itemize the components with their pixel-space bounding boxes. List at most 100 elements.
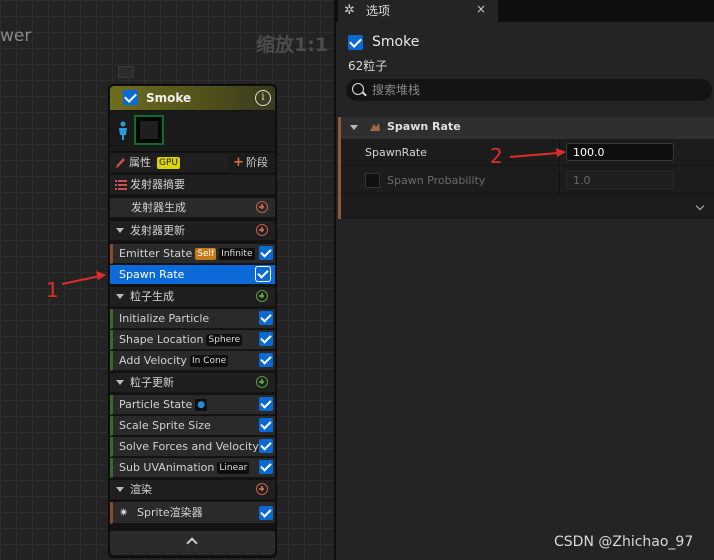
module-spawn-rate[interactable]: Spawn Rate (110, 265, 275, 285)
module-emitter-state[interactable]: Emitter State Self Infinite (110, 244, 275, 264)
particle-update-section[interactable]: 粒子更新 (110, 373, 275, 393)
person-icon (119, 121, 127, 140)
node-pin[interactable] (118, 66, 134, 78)
in-cone-badge: In Cone (189, 355, 229, 367)
tab-label: 选项 (366, 4, 391, 18)
module-solve-forces[interactable]: Solve Forces and Velocity (110, 437, 275, 457)
module-enabled-checkbox[interactable] (259, 397, 273, 411)
close-icon[interactable]: × (476, 2, 486, 16)
module-label: Shape Location (119, 333, 204, 346)
module-sub-uv-animation[interactable]: Sub UVAnimation Linear (110, 458, 275, 478)
module-enabled-checkbox[interactable] (259, 332, 273, 346)
dot-badge: ● (195, 399, 208, 411)
emitter-enabled-checkbox[interactable] (123, 90, 138, 105)
module-enabled-checkbox[interactable] (259, 506, 273, 520)
emitter-summary-label: 发射器摘要 (130, 178, 185, 191)
stage-button[interactable]: + 阶段 (228, 153, 274, 173)
module-label: Emitter State (119, 247, 193, 260)
emitter-spawn-label: 发射器生成 (131, 201, 186, 214)
node-thumbnail-area (110, 111, 275, 151)
infinite-badge: Infinite (219, 248, 255, 260)
sparkle-tab-icon: ✲ (344, 3, 355, 18)
render-section[interactable]: 渲染 (110, 480, 275, 500)
module-particle-state[interactable]: Particle State ● (110, 395, 275, 415)
emitter-enabled-checkbox[interactable] (348, 35, 363, 50)
chevron-down-icon[interactable] (695, 201, 705, 211)
module-enabled-checkbox[interactable] (255, 266, 271, 282)
emitter-thumbnail[interactable] (134, 115, 164, 145)
list-icon (115, 180, 127, 190)
watermark: CSDN @Zhichao_97 (554, 534, 694, 550)
module-label: Particle State (119, 398, 193, 411)
module-enabled-checkbox[interactable] (259, 460, 273, 474)
node-title: Smoke (146, 91, 192, 105)
particle-spawn-label: 粒子生成 (130, 290, 174, 303)
graph-editor[interactable]: wer 缩放1:1 Smoke i 属性 GPU + 阶段 发射器摘要 发射器生… (0, 0, 334, 560)
module-initialize-particle[interactable]: Initialize Particle (110, 309, 275, 329)
module-label: Spawn Rate (119, 268, 185, 281)
spawn-probability-checkbox[interactable] (365, 173, 380, 188)
module-label: Add Velocity (119, 354, 187, 367)
property-spawn-probability: Spawn Probability (341, 169, 714, 194)
spawn-rate-value-input[interactable] (566, 143, 674, 161)
spawn-rate-section-header[interactable]: Spawn Rate (338, 117, 714, 139)
details-panel: ✲ 选项 × Smoke 62粒子 Spawn Rate SpawnRate (334, 0, 714, 560)
emitter-update-section[interactable]: 发射器更新 (110, 221, 275, 241)
add-module-icon[interactable] (256, 483, 268, 495)
module-label: Sprite渲染器 (137, 506, 203, 519)
property-name: SpawnRate (365, 146, 427, 159)
module-enabled-checkbox[interactable] (259, 418, 273, 432)
collapse-icon[interactable] (350, 125, 358, 130)
properties-label: 属性 (129, 156, 151, 169)
tab-options[interactable]: ✲ 选项 × (338, 0, 498, 22)
emitter-summary-row[interactable]: 发射器摘要 (110, 175, 275, 195)
module-enabled-checkbox[interactable] (259, 246, 273, 260)
info-icon[interactable]: i (255, 90, 271, 106)
gpu-badge: GPU (157, 157, 180, 169)
collapse-icon[interactable] (116, 380, 124, 385)
add-module-icon[interactable] (256, 224, 268, 236)
module-icon (370, 123, 380, 131)
module-add-velocity[interactable]: Add Velocity In Cone (110, 351, 275, 371)
module-enabled-checkbox[interactable] (259, 353, 273, 367)
emitter-name: Smoke (372, 34, 420, 50)
emitter-node[interactable]: Smoke i 属性 GPU + 阶段 发射器摘要 发射器生成 发射器更新 Em… (108, 84, 277, 558)
search-box[interactable] (346, 79, 712, 101)
property-name: Spawn Probability (387, 174, 486, 187)
node-header[interactable]: Smoke i (110, 86, 275, 110)
self-badge: Self (195, 248, 217, 260)
collapse-icon[interactable] (116, 294, 124, 299)
add-module-icon[interactable] (256, 290, 268, 302)
add-stage-icon: + (233, 155, 244, 170)
particle-update-label: 粒子更新 (130, 376, 174, 389)
add-module-icon[interactable] (256, 201, 268, 213)
collapse-node-button[interactable] (110, 531, 275, 555)
module-shape-location[interactable]: Shape Location Sphere (110, 330, 275, 350)
module-scale-sprite-size[interactable]: Scale Sprite Size (110, 416, 275, 436)
pencil-icon (116, 158, 125, 168)
linear-badge: Linear (217, 462, 250, 474)
module-label: Sub UVAnimation (119, 461, 215, 474)
search-input[interactable] (372, 81, 702, 99)
particle-spawn-section[interactable]: 粒子生成 (110, 287, 275, 307)
spawn-probability-value-input (566, 171, 674, 189)
collapse-icon[interactable] (116, 228, 124, 233)
column-divider[interactable] (559, 169, 560, 193)
stage-label: 阶段 (246, 156, 268, 169)
annotation-arrow-1 (61, 271, 106, 285)
module-enabled-checkbox[interactable] (259, 439, 273, 453)
properties-row[interactable]: 属性 GPU + 阶段 (110, 153, 275, 173)
search-icon (352, 83, 364, 95)
tab-bar: ✲ 选项 × (336, 0, 714, 22)
add-module-icon[interactable] (256, 376, 268, 388)
graph-title: wer (0, 26, 32, 46)
collapse-icon[interactable] (116, 487, 124, 492)
annotation-number-2: 2 (490, 144, 503, 168)
emitter-spawn-row[interactable]: 发射器生成 (110, 198, 275, 218)
section-title: Spawn Rate (387, 120, 461, 133)
particle-count: 62粒子 (348, 59, 388, 73)
module-enabled-checkbox[interactable] (259, 311, 273, 325)
module-label: Solve Forces and Velocity (119, 440, 259, 453)
module-label: Scale Sprite Size (119, 419, 211, 432)
module-sprite-renderer[interactable]: ✷ Sprite渲染器 (110, 502, 275, 524)
